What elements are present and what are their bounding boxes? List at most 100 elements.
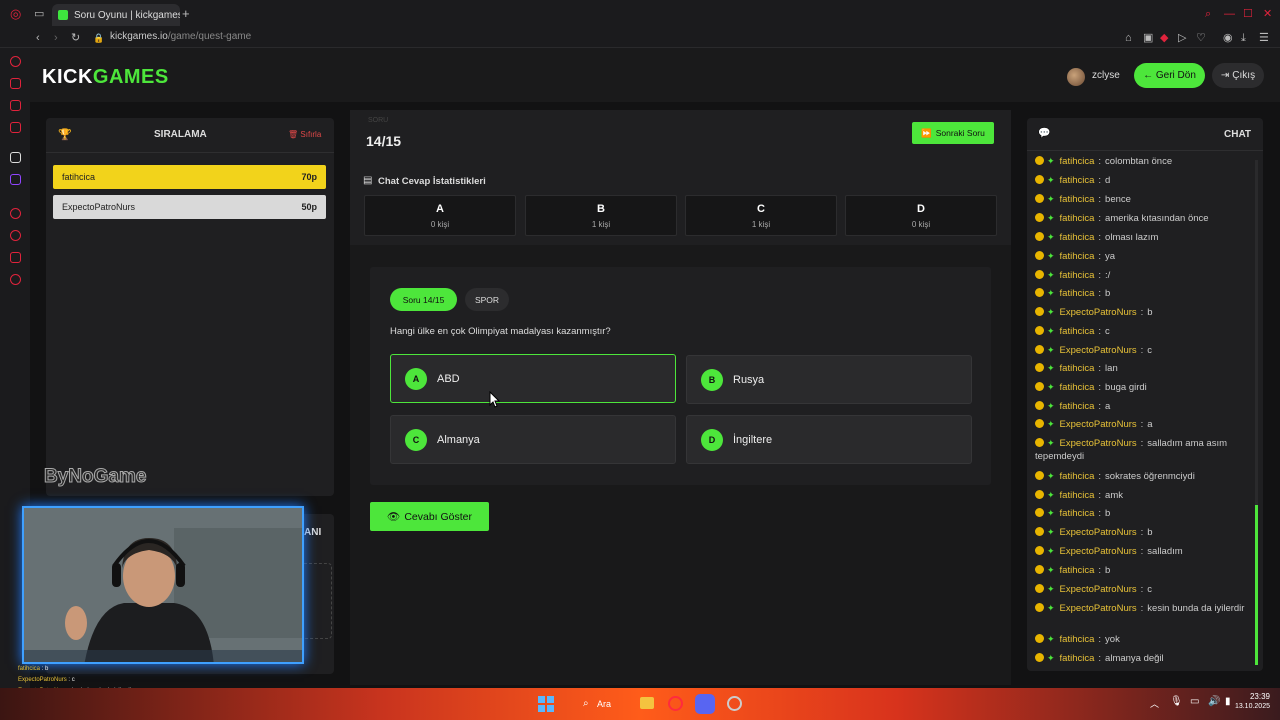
- microphone-icon[interactable]: 🎙: [1170, 696, 1183, 707]
- chat-username[interactable]: ExpectoPatroNurs: [1060, 603, 1137, 614]
- chat-username[interactable]: fatihcica: [1060, 156, 1095, 167]
- chat-username[interactable]: fatihcica: [1060, 175, 1095, 186]
- stats-title: Chat Cevap İstatistikleri: [378, 176, 486, 187]
- chat-message: ✦ fatihcica: olması lazım: [1035, 231, 1247, 244]
- eye-icon: 👁: [386, 511, 401, 523]
- obs-icon[interactable]: [727, 696, 742, 711]
- sidebar-twitch-icon[interactable]: [10, 174, 21, 185]
- search-icon[interactable]: ⌕: [1205, 8, 1211, 20]
- site-favicon-icon: [58, 10, 68, 20]
- chat-username[interactable]: fatihcica: [1060, 634, 1095, 645]
- bookmark-icon[interactable]: ⌂: [1125, 32, 1132, 44]
- chat-username[interactable]: ExpectoPatroNurs: [1060, 584, 1137, 595]
- chat-username[interactable]: ExpectoPatroNurs: [1060, 419, 1137, 430]
- sidebar-history-icon[interactable]: [10, 230, 21, 241]
- sidebar-extensions-icon[interactable]: [10, 252, 21, 263]
- overlay-chat-text: b: [45, 666, 49, 672]
- next-question-button[interactable]: ⏩ Sonraki Soru: [912, 122, 994, 144]
- chat-username[interactable]: fatihcica: [1060, 232, 1095, 243]
- chat-username[interactable]: fatihcica: [1060, 401, 1095, 412]
- tray-chevron-icon[interactable]: ︿: [1150, 697, 1159, 710]
- kick-badge-icon: ✦: [1047, 326, 1055, 336]
- sidebar-bag-icon[interactable]: [10, 78, 21, 89]
- chat-username[interactable]: fatihcica: [1060, 565, 1095, 576]
- close-window-icon[interactable]: ✕: [1263, 8, 1272, 20]
- profile-icon[interactable]: ◉: [1223, 32, 1233, 44]
- new-tab-icon[interactable]: +: [182, 7, 190, 20]
- back-icon[interactable]: ‹: [36, 32, 40, 44]
- volume-icon[interactable]: 🔊: [1208, 696, 1220, 707]
- minimize-icon[interactable]: —: [1224, 8, 1235, 20]
- chat-username[interactable]: fatihcica: [1060, 194, 1095, 205]
- back-button[interactable]: ← Geri Dön: [1134, 63, 1205, 88]
- opera-logo-icon[interactable]: ◎: [10, 7, 21, 20]
- chat-text: ya: [1105, 251, 1116, 262]
- url-field[interactable]: kickgames.io/game/quest-game: [110, 31, 251, 42]
- user-badge-icon: [1035, 251, 1044, 260]
- windows-start-icon[interactable]: [538, 696, 554, 712]
- file-explorer-icon[interactable]: [640, 697, 654, 709]
- user-badge-icon: [1035, 382, 1044, 391]
- stats-icon: ▤: [363, 175, 373, 186]
- answer-option-a[interactable]: A ABD: [390, 354, 676, 403]
- logout-button[interactable]: ⇥ Çıkış: [1212, 63, 1264, 88]
- chat-username[interactable]: fatihcica: [1060, 213, 1095, 224]
- chat-username[interactable]: fatihcica: [1060, 471, 1095, 482]
- reload-icon[interactable]: ↻: [71, 32, 80, 44]
- chat-username[interactable]: fatihcica: [1060, 382, 1095, 393]
- lock-icon: 🔒: [93, 33, 105, 43]
- chat-scrollbar-thumb[interactable]: [1255, 505, 1258, 665]
- shield-icon[interactable]: ◆: [1160, 32, 1168, 44]
- kickgames-logo[interactable]: KICKGAMES: [42, 66, 169, 89]
- sidebar-aria-icon[interactable]: [10, 56, 21, 67]
- chat-separator: :: [1098, 232, 1102, 243]
- avatar[interactable]: [1067, 68, 1085, 86]
- heart-icon[interactable]: ♡: [1196, 32, 1206, 44]
- search-icon[interactable]: ⌕: [583, 698, 589, 709]
- chat-text: sokrates öğrenmciydi: [1105, 471, 1195, 482]
- reset-button[interactable]: 🗑 Sıfırla: [288, 130, 321, 139]
- chat-separator: :: [1140, 584, 1144, 595]
- tab-menu-icon[interactable]: ▭: [34, 8, 44, 20]
- answer-option-c[interactable]: C Almanya: [390, 415, 676, 464]
- clock-date[interactable]: 13.10.2025: [1228, 703, 1270, 710]
- chat-username[interactable]: fatihcica: [1060, 653, 1095, 664]
- download-icon[interactable]: ⤓: [1241, 32, 1246, 44]
- kick-badge-icon: ✦: [1047, 345, 1055, 355]
- answer-option-d[interactable]: D İngiltere: [686, 415, 972, 464]
- sidebar-messenger-icon[interactable]: [10, 100, 21, 111]
- chat-text: c: [1147, 345, 1153, 356]
- chat-username[interactable]: ExpectoPatroNurs: [1060, 438, 1137, 449]
- browser-tab[interactable]: Soru Oyunu | kickgames.io ✕: [52, 4, 180, 26]
- user-badge-icon: [1035, 565, 1044, 574]
- chat-username[interactable]: ExpectoPatroNurs: [1060, 345, 1137, 356]
- chat-username[interactable]: fatihcica: [1060, 490, 1095, 501]
- chat-username[interactable]: fatihcica: [1060, 288, 1095, 299]
- maximize-icon[interactable]: ☐: [1243, 8, 1253, 20]
- forward-icon[interactable]: ›: [54, 32, 58, 44]
- menu-icon[interactable]: ☰: [1259, 32, 1269, 44]
- chat-username[interactable]: fatihcica: [1060, 363, 1095, 374]
- chat-username[interactable]: fatihcica: [1060, 270, 1095, 281]
- chat-username[interactable]: ExpectoPatroNurs: [1060, 546, 1137, 557]
- secondary-panel-title: ANI: [304, 527, 322, 538]
- network-icon[interactable]: ▭: [1190, 696, 1199, 707]
- play-icon[interactable]: ▷: [1178, 32, 1186, 44]
- sidebar-kick-icon[interactable]: [10, 152, 21, 163]
- sidebar-settings-icon[interactable]: [10, 274, 21, 285]
- chat-username[interactable]: ExpectoPatroNurs: [1060, 527, 1137, 538]
- sidebar-music-icon[interactable]: [10, 122, 21, 133]
- show-answer-button[interactable]: 👁 Cevabı Göster: [370, 502, 489, 531]
- snapshot-icon[interactable]: ▣: [1143, 32, 1153, 44]
- discord-icon[interactable]: [695, 694, 715, 714]
- chat-username[interactable]: fatihcica: [1060, 251, 1095, 262]
- chat-username[interactable]: fatihcica: [1060, 508, 1095, 519]
- taskbar-search-label[interactable]: Ara: [597, 699, 611, 709]
- answer-option-b[interactable]: B Rusya: [686, 355, 972, 404]
- chat-username[interactable]: ExpectoPatroNurs: [1060, 307, 1137, 318]
- chat-username[interactable]: fatihcica: [1060, 326, 1095, 337]
- chat-separator: :: [1140, 546, 1144, 557]
- sidebar-player-icon[interactable]: [10, 208, 21, 219]
- clock-time[interactable]: 23:39: [1245, 692, 1270, 701]
- opera-taskbar-icon[interactable]: [668, 696, 683, 711]
